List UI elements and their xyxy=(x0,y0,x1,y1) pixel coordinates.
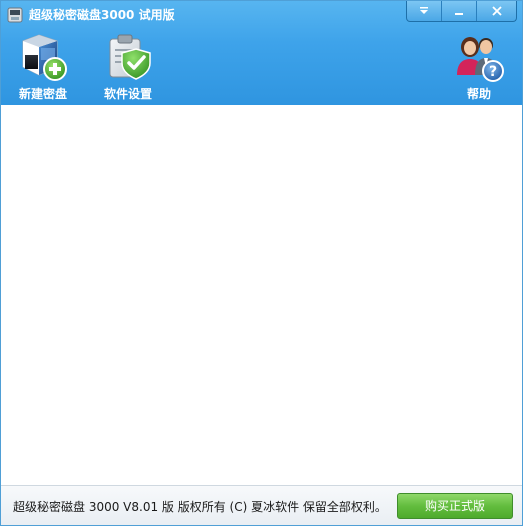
help-label: 帮助 xyxy=(466,87,491,101)
minimize-button[interactable] xyxy=(441,1,476,21)
chevron-down-icon xyxy=(420,7,428,14)
window-controls xyxy=(406,1,517,22)
status-bar: 超级秘密磁盘 3000 V8.01 版 版权所有 (C) 夏冰软件 保留全部权利… xyxy=(1,485,522,525)
copyright-text: 超级秘密磁盘 3000 V8.01 版 版权所有 (C) 夏冰软件 保留全部权利… xyxy=(13,500,387,514)
app-window: 超级秘密磁盘3000 试用版 新建密盘 软件设置 ? 帮助 超级秘密磁盘 300… xyxy=(0,0,523,526)
minimize-icon xyxy=(455,13,463,15)
settings-label: 软件设置 xyxy=(103,87,152,101)
clipboard-check-icon xyxy=(109,34,151,80)
svg-text:?: ? xyxy=(489,64,497,80)
settings-button[interactable]: 软件设置 xyxy=(102,31,154,102)
help-button[interactable]: ? 帮助 xyxy=(453,31,505,102)
menu-button[interactable] xyxy=(407,1,441,21)
close-icon xyxy=(491,6,502,16)
disk-list-area[interactable] xyxy=(1,105,522,485)
help-people-icon: ? xyxy=(457,37,504,82)
window-title: 超级秘密磁盘3000 试用版 xyxy=(29,8,175,22)
buy-full-version-button[interactable]: 购买正式版 xyxy=(397,493,513,519)
new-disk-button[interactable]: 新建密盘 xyxy=(17,31,69,102)
new-disk-label: 新建密盘 xyxy=(18,87,67,101)
disk-app-icon xyxy=(7,7,23,23)
new-disk-icon xyxy=(22,34,67,81)
header-bar: 超级秘密磁盘3000 试用版 新建密盘 软件设置 ? 帮助 xyxy=(1,1,522,105)
close-button[interactable] xyxy=(476,1,516,21)
